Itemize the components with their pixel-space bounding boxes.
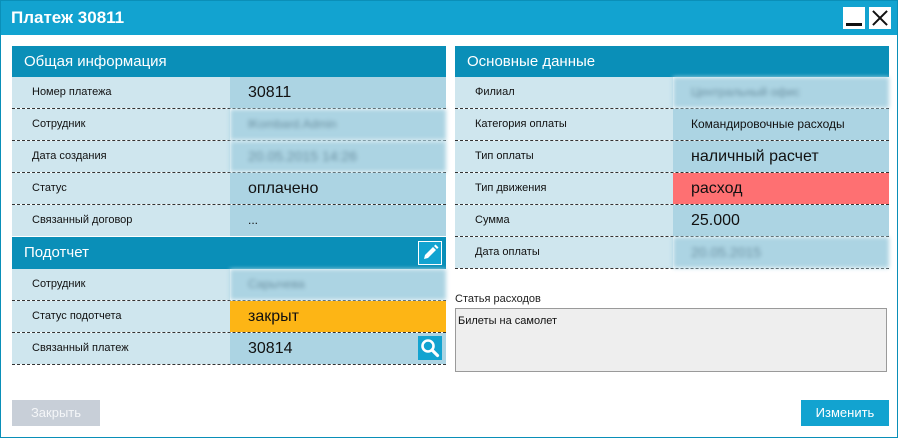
advance-header: Подотчет <box>12 237 446 269</box>
amount-value: 25.000 <box>673 205 889 236</box>
payment-type-label: Тип оплаты <box>455 141 673 172</box>
row-payment-number: Номер платежа 30811 <box>12 77 446 109</box>
search-linked-payment-button[interactable] <box>418 336 442 360</box>
row-branch: Филиал Центральный офис <box>455 77 889 109</box>
linked-payment-value: 30814 <box>230 333 446 364</box>
branch-value: Центральный офис <box>673 77 889 108</box>
general-info-panel: Общая информация Номер платежа 30811 Сот… <box>12 46 446 365</box>
movement-type-value: расход <box>673 173 889 204</box>
main-data-header: Основные данные <box>455 46 889 77</box>
created-date-value: 20.05.2015 14:26 <box>230 141 446 172</box>
payment-type-value: наличный расчет <box>673 141 889 172</box>
linked-payment-label: Связанный платеж <box>12 333 230 364</box>
advance-status-value: закрыт <box>230 301 446 332</box>
payment-category-value: Командировочные расходы <box>673 109 889 140</box>
payment-date-value: 20.05.2015 <box>673 237 889 268</box>
row-status: Статус оплачено <box>12 173 446 205</box>
amount-label: Сумма <box>455 205 673 236</box>
close-icon[interactable] <box>869 7 891 29</box>
linked-contract-value[interactable]: ... <box>230 205 446 236</box>
row-movement-type: Тип движения расход <box>455 173 889 205</box>
close-button[interactable]: Закрыть <box>12 400 100 426</box>
payment-window: Платеж 30811 Общая информация Номер плат… <box>0 0 898 438</box>
edit-advance-button[interactable] <box>418 241 442 265</box>
created-date-label: Дата создания <box>12 141 230 172</box>
edit-button[interactable]: Изменить <box>801 400 889 426</box>
row-created-date: Дата создания 20.05.2015 14:26 <box>12 141 446 173</box>
row-payment-category: Категория оплаты Командировочные расходы <box>455 109 889 141</box>
general-info-header: Общая информация <box>12 46 446 77</box>
payment-number-label: Номер платежа <box>12 77 230 108</box>
window-title: Платеж 30811 <box>11 8 125 27</box>
payment-category-label: Категория оплаты <box>455 109 673 140</box>
row-linked-payment: Связанный платеж 30814 <box>12 333 446 365</box>
pencil-icon <box>424 244 439 259</box>
row-employee: Сотрудник lKombard.Admin <box>12 109 446 141</box>
expense-item-field[interactable]: Билеты на самолет <box>455 308 887 372</box>
status-value: оплачено <box>230 173 446 204</box>
status-label: Статус <box>12 173 230 204</box>
payment-date-label: Дата оплаты <box>455 237 673 268</box>
row-payment-type: Тип оплаты наличный расчет <box>455 141 889 173</box>
movement-type-label: Тип движения <box>455 173 673 204</box>
advance-status-label: Статус подотчета <box>12 301 230 332</box>
expense-item-label: Статья расходов <box>455 293 541 305</box>
linked-contract-label: Связанный договор <box>12 205 230 236</box>
row-payment-date: Дата оплаты 20.05.2015 <box>455 237 889 269</box>
row-amount: Сумма 25.000 <box>455 205 889 237</box>
employee-value: lKombard.Admin <box>230 109 446 140</box>
row-advance-employee: Сотрудник Сарычева <box>12 269 446 301</box>
linked-payment-number: 30814 <box>248 340 293 357</box>
minimize-icon[interactable] <box>843 7 865 29</box>
row-advance-status: Статус подотчета закрыт <box>12 301 446 333</box>
search-icon <box>421 339 440 358</box>
payment-number-value: 30811 <box>230 77 446 108</box>
row-linked-contract: Связанный договор ... <box>12 205 446 237</box>
advance-header-title: Подотчет <box>24 244 89 261</box>
employee-label: Сотрудник <box>12 109 230 140</box>
branch-label: Филиал <box>455 77 673 108</box>
advance-employee-value: Сарычева <box>230 269 446 300</box>
advance-employee-label: Сотрудник <box>12 269 230 300</box>
title-bar: Платеж 30811 <box>1 1 897 35</box>
main-data-panel: Основные данные Филиал Центральный офис … <box>455 46 889 269</box>
